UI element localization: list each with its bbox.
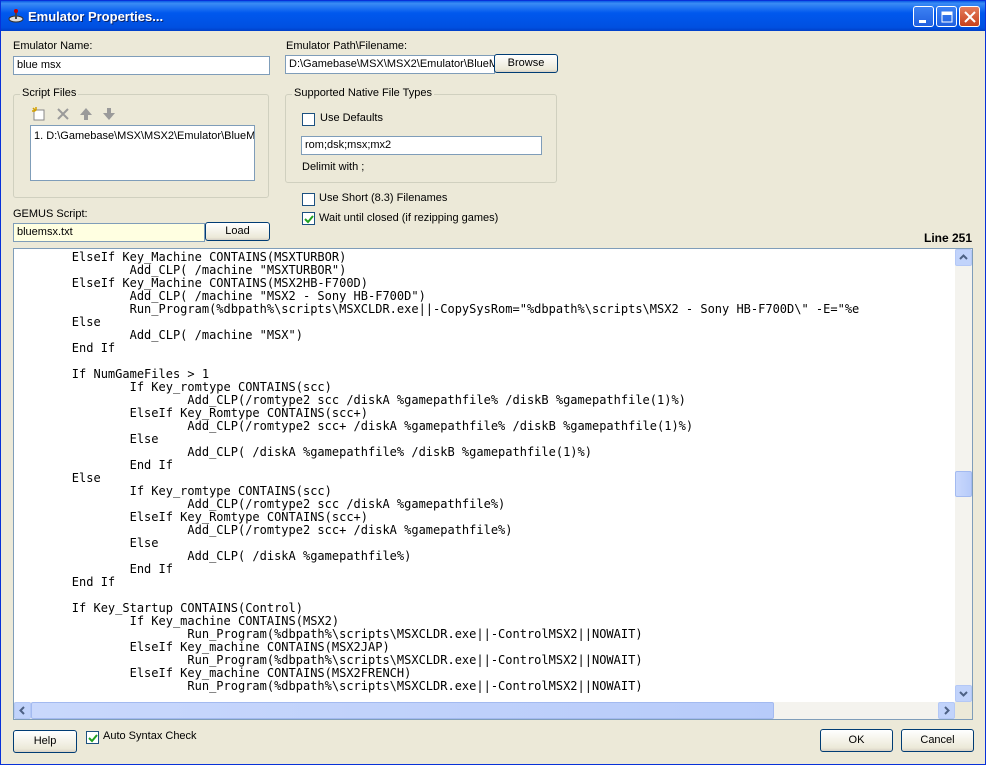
script-code[interactable]: ElseIf Key_Machine CONTAINS(MSXTURBOR) A… [14,251,952,699]
scroll-left-button[interactable] [14,702,31,719]
code-line[interactable]: Run_Program(%dbpath%\scripts\MSXCLDR.exe… [14,680,952,693]
emulator-name-label: Emulator Name: [13,40,93,52]
short-filenames-checkbox[interactable] [302,193,315,206]
script-files-group: Script Files 1. D:\Gamebase\MSX\MSX2\Emu… [13,87,269,198]
code-line[interactable]: End If [14,576,952,589]
maximize-button[interactable] [936,6,957,27]
delete-script-icon[interactable] [55,106,71,122]
gemus-script-field[interactable]: bluemsx.txt [13,223,205,242]
browse-button[interactable]: Browse [494,54,558,73]
scroll-up-button[interactable] [955,249,972,266]
horizontal-scrollbar[interactable] [14,702,955,719]
chevron-up-icon [959,254,968,260]
close-button[interactable] [959,6,980,27]
use-defaults-checkbox[interactable] [302,113,315,126]
chevron-down-icon [959,691,968,697]
emulator-name-field[interactable]: blue msx [13,56,270,75]
maximize-icon [941,11,953,23]
scroll-right-button[interactable] [938,702,955,719]
move-up-icon[interactable] [78,106,94,122]
help-button[interactable]: Help [13,730,77,753]
move-down-icon[interactable] [101,106,117,122]
file-extensions-field[interactable]: rom;dsk;msx;mx2 [301,136,542,155]
delimit-hint: Delimit with ; [302,161,365,173]
native-file-types-group: Supported Native File Types Use Defaults… [285,87,557,183]
native-file-types-title: Supported Native File Types [292,87,434,99]
script-files-list[interactable]: 1. D:\Gamebase\MSX\MSX2\Emulator\BlueM [30,125,255,181]
title-bar[interactable]: Emulator Properties... [1,1,985,31]
scroll-down-button[interactable] [955,685,972,702]
checkmark-icon [88,734,98,743]
new-script-icon[interactable] [31,106,47,122]
chevron-left-icon [19,706,25,715]
window-title: Emulator Properties... [28,9,164,24]
minimize-icon [919,20,926,23]
code-line[interactable]: Add_CLP( /machine "MSX") [14,329,952,342]
joystick-icon [8,9,24,23]
chevron-right-icon [944,706,950,715]
load-button[interactable]: Load [205,222,270,241]
wait-until-closed-label: Wait until closed (if rezipping games) [319,212,499,224]
gemus-script-label: GEMUS Script: [13,208,88,220]
vertical-scrollbar[interactable] [955,249,972,702]
cancel-button[interactable]: Cancel [901,729,974,752]
checkmark-icon [304,215,314,224]
emulator-path-field[interactable]: D:\Gamebase\MSX\MSX2\Emulator\BlueM [285,55,495,74]
code-line[interactable]: End If [14,563,952,576]
emulator-properties-window: Emulator Properties... Emulator Name: bl… [0,0,986,765]
code-line[interactable]: End If [14,342,952,355]
emulator-path-label: Emulator Path\Filename: [286,40,408,52]
script-files-title: Script Files [20,87,79,99]
code-line[interactable]: End If [14,459,952,472]
list-item[interactable]: 1. D:\Gamebase\MSX\MSX2\Emulator\BlueM [34,130,254,142]
code-line[interactable]: Run_Program(%dbpath%\scripts\MSXCLDR.exe… [14,303,952,316]
auto-syntax-label: Auto Syntax Check [103,730,197,742]
auto-syntax-checkbox[interactable] [86,731,99,744]
vertical-scroll-thumb[interactable] [955,471,972,497]
wait-until-closed-checkbox[interactable] [302,212,315,225]
line-indicator: Line 251 [924,231,973,245]
close-icon [964,11,976,23]
use-defaults-label: Use Defaults [320,112,383,124]
ok-button[interactable]: OK [820,729,893,752]
scrollbar-corner [955,702,972,719]
horizontal-scroll-thumb[interactable] [31,702,774,719]
short-filenames-label: Use Short (8.3) Filenames [319,192,448,204]
script-editor[interactable]: ElseIf Key_Machine CONTAINS(MSXTURBOR) A… [13,248,973,720]
minimize-button[interactable] [913,6,934,27]
